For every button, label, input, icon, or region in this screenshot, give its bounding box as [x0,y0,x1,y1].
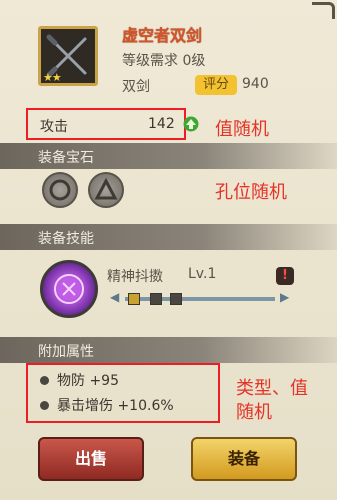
attack-value: 142 [148,116,175,132]
gems-section-bar: 装备宝石 [0,143,337,169]
skill-name: 精神抖擞 [107,269,163,285]
score-value: 940 [242,76,269,92]
panel-corner-frame [312,2,335,19]
attrs-section-bar: 附加属性 [0,337,337,363]
bullet-icon [40,376,49,385]
item-name: 虚空者双剑 [122,26,203,45]
attack-label: 攻击 [40,119,68,135]
equip-button[interactable]: 装备 [191,437,297,481]
score-badge: 评分 [195,75,237,95]
attr-row: 物防 +95 [40,370,119,390]
slider-right-arrow-icon: ▶ [280,290,290,304]
gems-annotation: 孔位随机 [215,182,287,203]
gems-section-title: 装备宝石 [38,150,94,166]
arrow-up-icon [183,116,199,132]
purple-skill-icon[interactable] [40,260,98,318]
skill-level: Lv.1 [188,266,217,282]
attack-annotation: 值随机 [215,119,269,140]
skill-progress-node [150,293,162,305]
skill-progress-node [170,293,182,305]
level-requirement: 等级需求 0级 [122,53,206,69]
attr-row: 暴击增伤 +10.6% [40,395,174,415]
attr-text: 物防 +95 [57,373,119,389]
attr-text: 暴击增伤 +10.6% [57,398,174,414]
rarity-stars: ★★ [43,71,62,84]
item-detail-panel: ★★ 虚空者双剑 等级需求 0级 双剑 评分 940 攻击 142 值随机 装备… [0,0,337,500]
bullet-icon [40,401,49,410]
exclamation-icon[interactable]: ! [276,267,294,285]
slider-left-arrow-icon: ◀ [110,290,120,304]
item-type: 双剑 [122,79,150,95]
skill-progress-node-active [128,293,140,305]
attrs-annotation-line1: 类型、值 [236,378,308,399]
skill-progress-track [125,297,275,301]
gem-slot-triangle[interactable] [88,172,124,208]
sell-button[interactable]: 出售 [38,437,144,481]
skill-section-title: 装备技能 [38,231,94,247]
attrs-annotation-line2: 随机 [236,402,272,423]
skill-section-bar: 装备技能 [0,224,337,250]
attrs-section-title: 附加属性 [38,344,94,360]
gem-slot-circle[interactable] [42,172,78,208]
